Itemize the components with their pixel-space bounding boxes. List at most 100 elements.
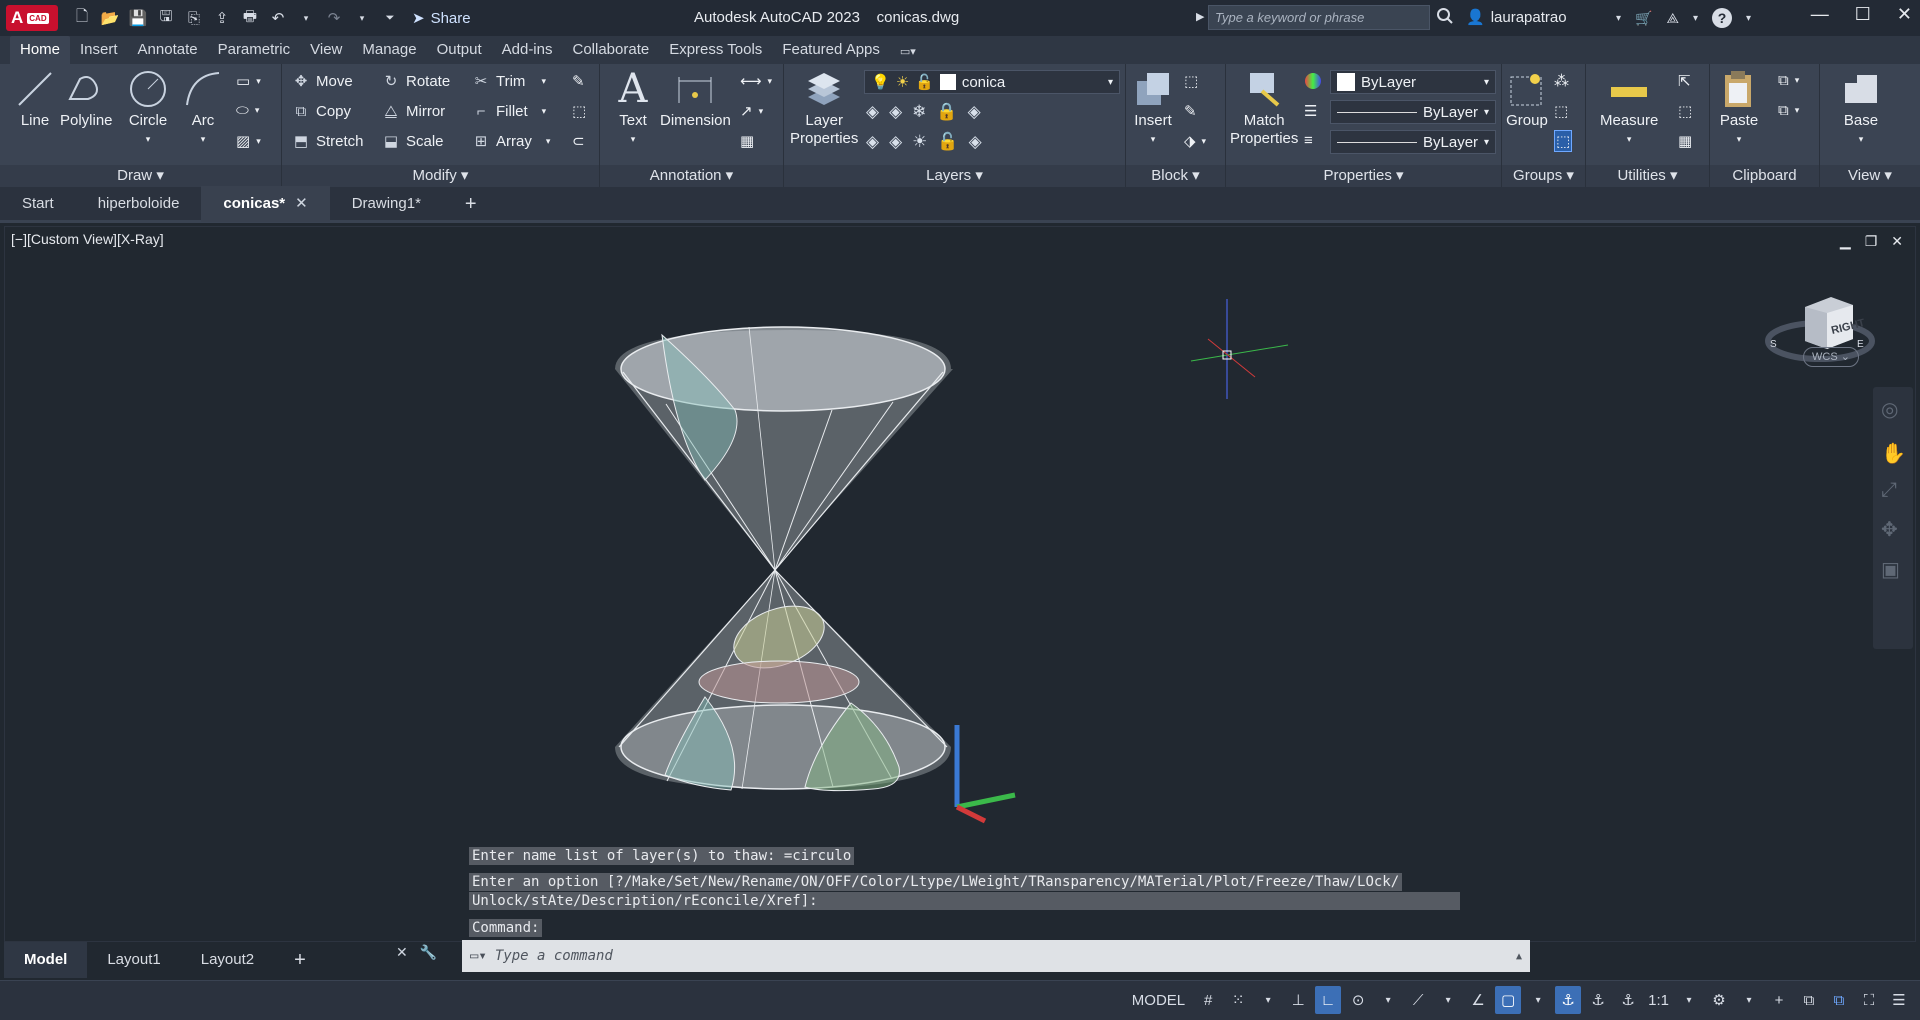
ungroup-icon[interactable]: ⁂	[1554, 72, 1569, 90]
app-menu-button[interactable]: A CAD	[6, 5, 58, 31]
snap-dropdown-icon[interactable]: ▾	[1255, 986, 1281, 1014]
copy-button[interactable]: ⧉ Copy	[292, 102, 351, 120]
tab-insert[interactable]: Insert	[70, 36, 128, 64]
copy-clip-icon[interactable]: ⧉ ▾	[1778, 102, 1799, 119]
snap-icon[interactable]: ⁙	[1225, 986, 1251, 1014]
layout-tab-layout1[interactable]: Layout1	[87, 942, 180, 978]
trim-button[interactable]: ✂ Trim ▾	[472, 72, 546, 91]
help-icon[interactable]: ?	[1712, 8, 1732, 28]
layer-properties-button[interactable]: Layer Properties	[790, 68, 858, 148]
doc-tab-conicas[interactable]: conicas* ✕	[201, 185, 330, 222]
polar-tracking-icon[interactable]: ⊙	[1345, 986, 1371, 1014]
layer-unisolate-icon[interactable]: ◈	[889, 132, 902, 152]
offset-icon[interactable]: ⊂	[572, 132, 585, 150]
measure-button[interactable]: Measure ▾	[1600, 68, 1658, 148]
redo-icon[interactable]: ↷	[324, 8, 344, 28]
text-dropdown-icon[interactable]: ▾	[631, 130, 636, 148]
share-button[interactable]: ➤ Share	[412, 9, 471, 28]
panel-title-annotation[interactable]: Annotation ▾	[600, 165, 783, 187]
layer-dropdown[interactable]: 💡 ☀ 🔓 conica ▾	[864, 70, 1120, 94]
expand-arrow-icon[interactable]: ▶	[1196, 10, 1204, 23]
undo-dropdown-icon[interactable]: ▾	[296, 8, 316, 28]
panel-title-properties[interactable]: Properties ▾	[1226, 165, 1501, 187]
save-as-icon[interactable]: 🖫	[156, 8, 176, 28]
select-similar-icon[interactable]: ⇱	[1678, 72, 1691, 90]
hatch-ellipse-icon[interactable]: ⬭ ▾	[236, 102, 259, 119]
arc-button[interactable]: Arc ▾	[182, 68, 224, 148]
undo-icon[interactable]: ↶	[268, 8, 288, 28]
explode-icon[interactable]: ⬚	[572, 102, 586, 120]
command-history-toggle-icon[interactable]: ▲	[1516, 951, 1522, 962]
group-selection-icon[interactable]: ⬚	[1554, 130, 1573, 152]
command-recent-icon[interactable]: ▭▾	[470, 948, 487, 964]
search-icon[interactable]	[1436, 7, 1454, 30]
make-current-icon[interactable]: ◈	[968, 102, 981, 122]
insert-dropdown-icon[interactable]: ▾	[1151, 130, 1156, 148]
layer-unlock-all-icon[interactable]: 🔓	[937, 132, 958, 152]
color-dropdown[interactable]: ByLayer ▾	[1330, 70, 1496, 94]
minimize-icon[interactable]: —	[1811, 4, 1829, 25]
layout-tab-model[interactable]: Model	[4, 942, 88, 978]
layout-tab-layout2[interactable]: Layout2	[181, 942, 274, 978]
tab-output[interactable]: Output	[427, 36, 492, 64]
edit-block-icon[interactable]: ✎	[1184, 102, 1197, 120]
erase-icon[interactable]: ✎	[572, 72, 585, 90]
layer-freeze-icon[interactable]: ❄	[912, 102, 926, 122]
new-file-icon[interactable]: 🗋	[72, 8, 92, 28]
save-icon[interactable]: 💾	[128, 8, 148, 28]
clean-screen-icon[interactable]: ⛶	[1856, 986, 1882, 1014]
polyline-button[interactable]: Polyline	[60, 68, 113, 130]
cart-icon[interactable]: 🛒	[1635, 10, 1652, 27]
tab-add-ins[interactable]: Add-ins	[492, 36, 563, 64]
tab-collaborate[interactable]: Collaborate	[562, 36, 659, 64]
layer-thaw-all-icon[interactable]: ☀	[912, 132, 927, 152]
rectangle-icon[interactable]: ▭ ▾	[236, 72, 261, 90]
base-button[interactable]: Base ▾	[1840, 68, 1882, 148]
orbit-icon[interactable]: ✥	[1881, 517, 1898, 542]
tab-annotate[interactable]: Annotate	[128, 36, 208, 64]
new-tab-icon[interactable]: +	[443, 186, 499, 222]
search-input[interactable]: Type a keyword or phrase	[1208, 5, 1430, 30]
stretch-button[interactable]: ⬒ Stretch	[292, 132, 364, 151]
annotation-monitor-icon[interactable]: +	[1766, 986, 1792, 1014]
workspace-gear-icon[interactable]: ⚙	[1706, 986, 1732, 1014]
quick-properties-icon[interactable]: ⧉	[1826, 986, 1852, 1014]
wcs-menu[interactable]: WCS ⌄	[1803, 347, 1859, 367]
tab-view[interactable]: View	[300, 36, 352, 64]
linetype-icon[interactable]: ≡	[1304, 132, 1313, 149]
open-from-web-icon[interactable]: ⎘	[184, 8, 204, 28]
autodesk-app-icon[interactable]: ⟁	[1666, 10, 1679, 27]
paste-button[interactable]: Paste ▾	[1718, 68, 1760, 148]
circle-button[interactable]: Circle ▾	[127, 68, 169, 148]
auto-scale-icon[interactable]: ⚓	[1585, 986, 1611, 1014]
circle-dropdown-icon[interactable]: ▾	[146, 130, 151, 148]
linear-dim-icon[interactable]: ⟷ ▾	[740, 72, 772, 90]
leader-icon[interactable]: ↗ ▾	[740, 102, 763, 120]
tab-featured-apps[interactable]: Featured Apps	[772, 36, 890, 64]
calculator-icon[interactable]: ▦	[1678, 132, 1692, 150]
ribbon-display-toggle[interactable]: ▭▾	[890, 40, 926, 64]
panel-title-block[interactable]: Block ▾	[1126, 165, 1225, 187]
steering-wheel-icon[interactable]: ◎	[1881, 397, 1898, 422]
close-icon[interactable]: ✕	[1897, 4, 1912, 25]
layer-lock-icon[interactable]: 🔒	[936, 102, 957, 122]
block-attributes-icon[interactable]: ⬗ ▾	[1184, 132, 1206, 150]
base-dropdown-icon[interactable]: ▾	[1859, 130, 1864, 148]
panel-title-view[interactable]: View ▾	[1820, 165, 1920, 187]
redo-dropdown-icon[interactable]: ▾	[352, 8, 372, 28]
array-button[interactable]: ⊞ Array ▾	[472, 132, 551, 151]
cut-icon[interactable]: ⧉ ▾	[1778, 72, 1799, 89]
workspace-dropdown-icon[interactable]: ▾	[1736, 986, 1762, 1014]
maximize-icon[interactable]: ☐	[1855, 4, 1871, 25]
create-block-icon[interactable]: ⬚	[1184, 72, 1198, 90]
pan-icon[interactable]: ✋	[1881, 441, 1906, 466]
match-properties-button[interactable]: Match Properties	[1230, 68, 1298, 148]
move-button[interactable]: ✥ Move	[292, 72, 353, 91]
paste-dropdown-icon[interactable]: ▾	[1737, 130, 1742, 148]
linetype-dropdown[interactable]: ByLayer ▾	[1330, 130, 1496, 154]
rotate-button[interactable]: ↻ Rotate	[382, 72, 451, 91]
model-space-button[interactable]: MODEL	[1126, 986, 1191, 1014]
measure-dropdown-icon[interactable]: ▾	[1627, 130, 1632, 148]
dimension-button[interactable]: Dimension	[660, 68, 731, 130]
annotation-visibility-icon[interactable]: ⚓	[1555, 986, 1582, 1014]
